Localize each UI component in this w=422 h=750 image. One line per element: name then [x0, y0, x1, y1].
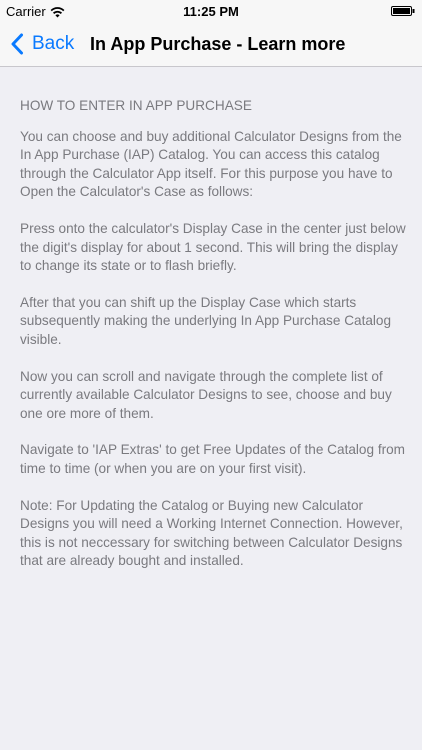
paragraph-scroll: Now you can scroll and navigate through … — [20, 368, 392, 421]
battery-icon — [391, 6, 415, 16]
paragraph-note: Note: For Updating the Catalog or Buying… — [20, 497, 403, 569]
back-button-label: Back — [32, 33, 75, 54]
paragraph-intro: You can choose and buy additional Calcul… — [20, 128, 402, 200]
back-button[interactable]: Back — [10, 22, 74, 66]
section-heading: HOW TO ENTER IN APP PURCHASE — [20, 98, 252, 113]
status-time: 11:25 PM — [183, 4, 239, 19]
paragraph-iap-extras: Navigate to 'IAP Extras' to get Free Upd… — [20, 442, 406, 476]
status-bar: Carrier 11:25 PM — [0, 0, 422, 22]
navigation-bar: Back In App Purchase - Learn more — [0, 22, 422, 67]
learn-more-content: HOW TO ENTER IN APP PURCHASE You can cho… — [20, 97, 406, 589]
paragraph-shift-up: After that you can shift up the Display … — [20, 294, 392, 347]
chevron-left-icon — [11, 33, 23, 55]
page-title: In App Purchase - Learn more — [90, 34, 346, 54]
paragraph-press-display: Press onto the calculator's Display Case… — [20, 220, 406, 274]
